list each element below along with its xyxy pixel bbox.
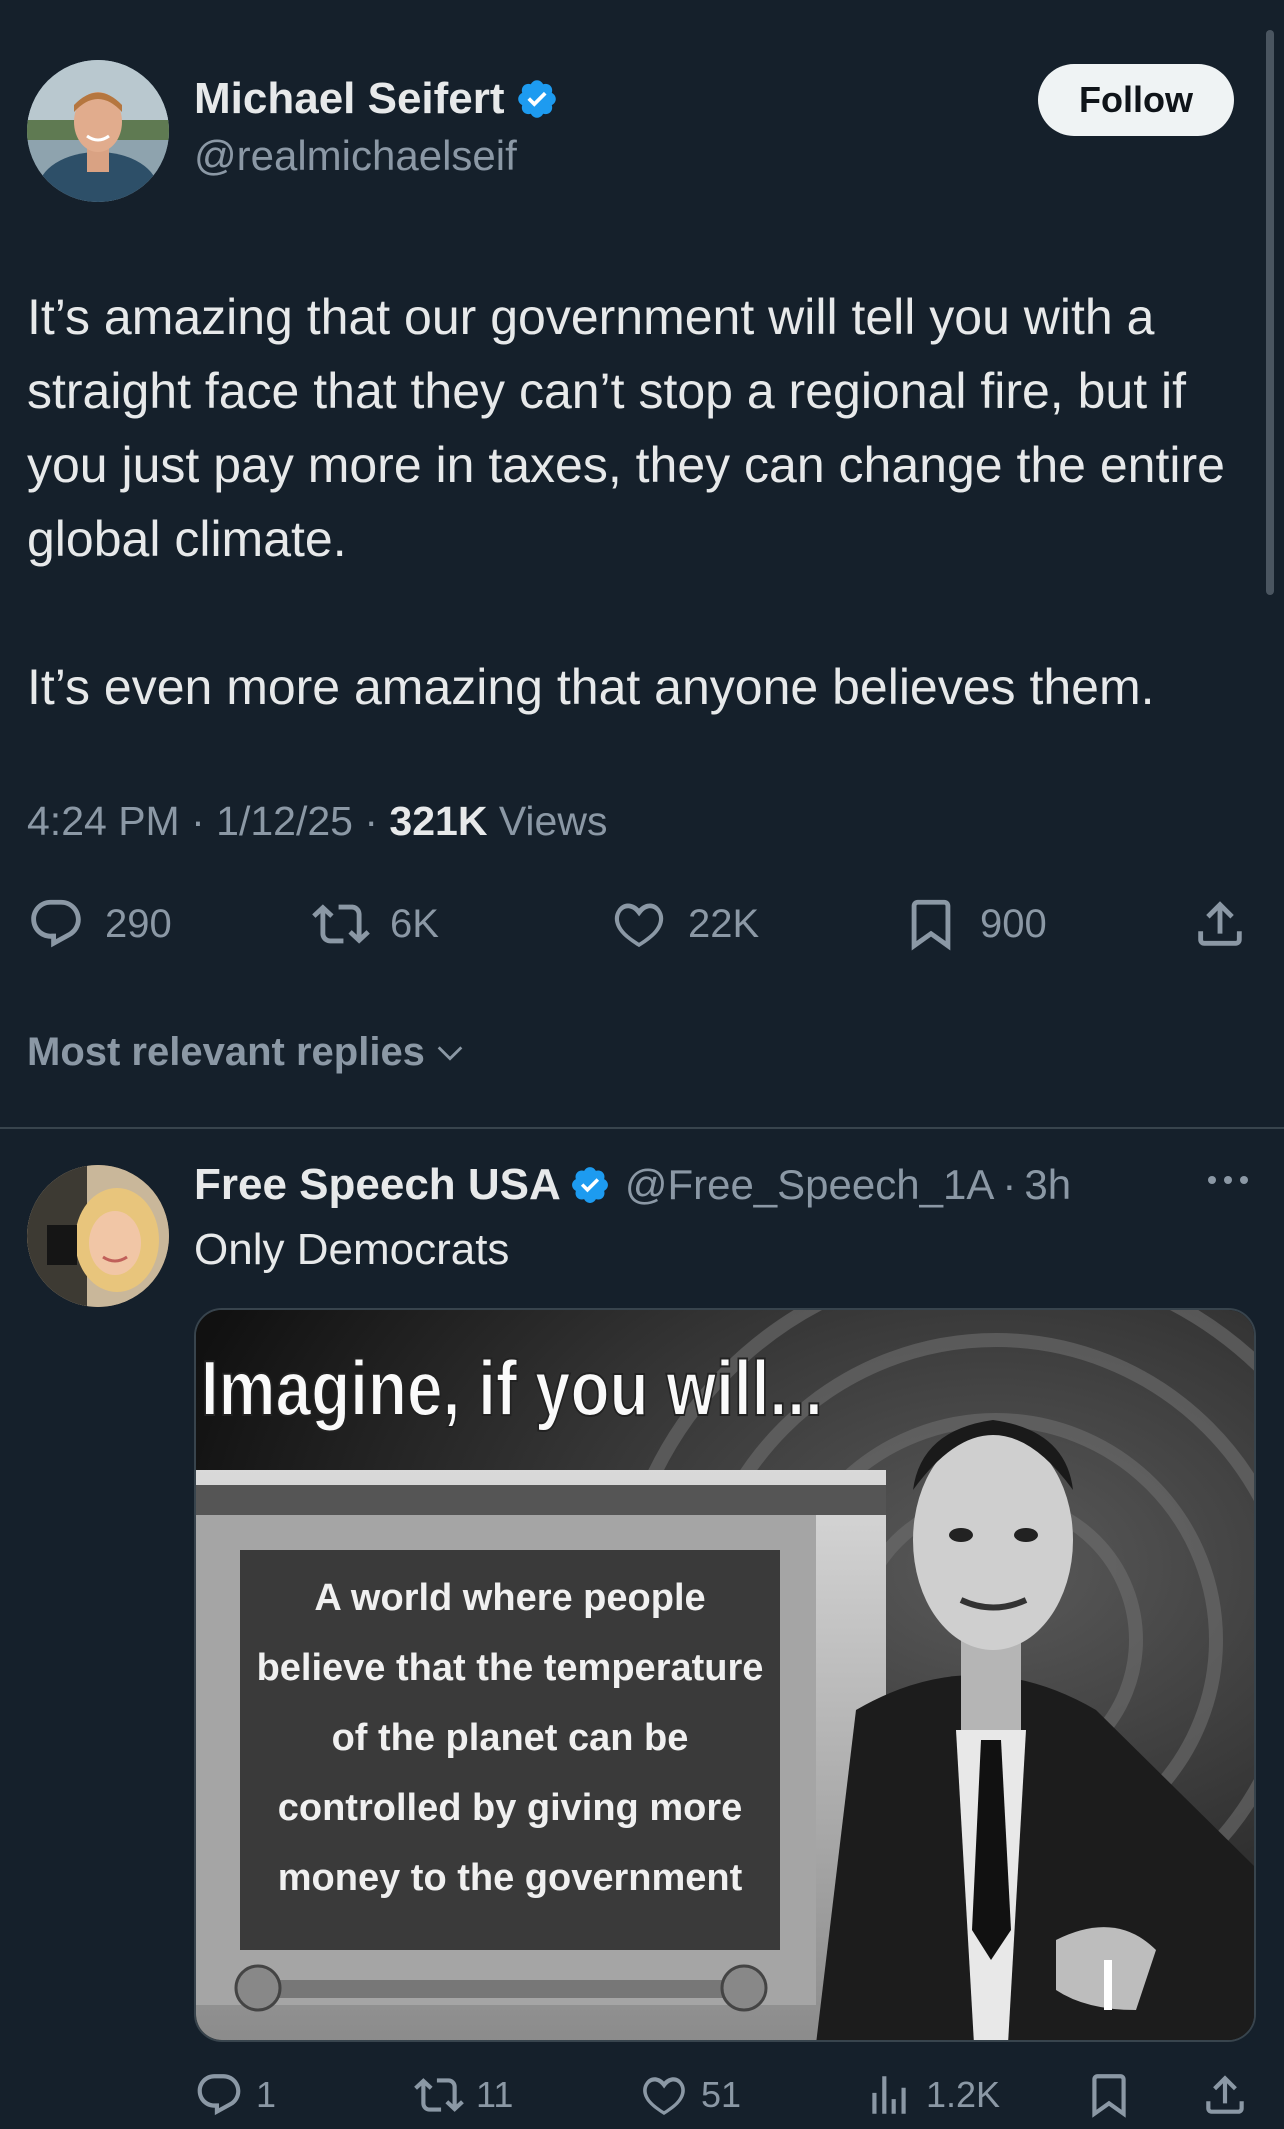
reply-count: 290 — [105, 901, 172, 946]
reply-like-button[interactable]: 51 — [639, 2070, 741, 2120]
reply-media-image[interactable]: Imagine, if you will... A world where pe… — [194, 1308, 1256, 2042]
reply-repost-button[interactable]: 11 — [414, 2070, 513, 2120]
reply-icon — [197, 2074, 241, 2116]
repost-icon — [312, 904, 370, 944]
tweet-actions: 290 6K 22K 900 — [27, 895, 1257, 965]
follow-button[interactable]: Follow — [1038, 64, 1234, 136]
reply-button[interactable]: 290 — [27, 895, 172, 953]
tweet-time[interactable]: 4:24 PM — [27, 798, 180, 844]
replies-sort-label: Most relevant replies — [27, 1030, 425, 1074]
scrollbar[interactable] — [1266, 30, 1274, 595]
bookmark-count: 900 — [980, 901, 1047, 946]
verified-badge-icon — [571, 1167, 608, 1203]
separator-dot: · — [191, 798, 217, 844]
bookmark-button[interactable]: 900 — [902, 895, 1047, 953]
verified-badge-icon — [517, 80, 556, 118]
author-name[interactable]: Michael Seifert — [194, 74, 505, 124]
reply-header: Free Speech USA @Free_Speech_1A · 3h — [194, 1160, 1071, 1210]
meme-caption-line: believe that the temperature — [257, 1647, 764, 1689]
share-button[interactable] — [1191, 895, 1249, 953]
meme-headline: Imagine, if you will... — [201, 1345, 823, 1432]
chevron-down-icon — [437, 1045, 463, 1061]
like-count: 51 — [701, 2074, 742, 2115]
share-icon — [1206, 2075, 1244, 2114]
repost-count: 11 — [476, 2074, 514, 2115]
like-button[interactable]: 22K — [610, 895, 759, 953]
separator-dot: · — [1002, 1161, 1017, 1208]
reply-time[interactable]: 3h — [1024, 1161, 1071, 1209]
meme-caption-line: money to the government — [278, 1857, 743, 1899]
reply-author-handle[interactable]: @Free_Speech_1A — [625, 1161, 995, 1209]
repost-button[interactable]: 6K — [312, 895, 439, 953]
share-icon — [1198, 901, 1242, 946]
divider — [0, 1127, 1284, 1129]
repost-count: 6K — [390, 901, 439, 946]
reply-views-button[interactable]: 1.2K — [864, 2070, 1000, 2120]
reply-author-name[interactable]: Free Speech USA — [194, 1160, 561, 1210]
heart-icon — [614, 903, 664, 948]
like-count: 22K — [688, 901, 760, 946]
reply-actions: 1 11 51 1.2K — [194, 2070, 1264, 2129]
analytics-icon — [872, 2076, 906, 2114]
bookmark-icon — [1092, 2074, 1126, 2118]
reply-share-button[interactable] — [1200, 2070, 1250, 2120]
heart-icon — [643, 2077, 685, 2115]
author-avatar[interactable] — [27, 60, 169, 202]
tweet-meta: 4:24 PM · 1/12/25 · 321K Views — [27, 798, 607, 845]
author-handle[interactable]: @realmichaelseif — [194, 132, 559, 180]
separator-dot: · — [364, 798, 390, 844]
reply-text: Only Democrats — [194, 1225, 510, 1274]
bookmark-icon — [911, 899, 951, 951]
meme-caption-line: of the planet can be — [332, 1717, 689, 1759]
tweet-date[interactable]: 1/12/25 — [216, 798, 353, 844]
tweet-paragraph: It’s even more amazing that anyone belie… — [27, 659, 1155, 715]
tweet-text: It’s amazing that our government will te… — [27, 280, 1267, 724]
reply-reply-button[interactable]: 1 — [194, 2070, 276, 2120]
meme-caption-line: controlled by giving more — [278, 1787, 743, 1829]
reply-bookmark-button[interactable] — [1084, 2070, 1134, 2120]
reply-count: 1 — [256, 2074, 277, 2115]
tweet-paragraph: It’s amazing that our government will te… — [27, 289, 1225, 567]
reply-author-avatar[interactable] — [27, 1165, 169, 1307]
views-count[interactable]: 321K — [389, 798, 487, 844]
more-options-icon[interactable] — [1204, 1170, 1252, 1195]
views-count: 1.2K — [926, 2074, 1001, 2115]
author-block: Michael Seifert @realmichaelseif — [194, 74, 559, 180]
meme-caption-line: A world where people — [314, 1577, 705, 1619]
reply-icon — [31, 899, 81, 948]
replies-sort-dropdown[interactable]: Most relevant replies — [27, 1030, 467, 1075]
views-label: Views — [498, 798, 608, 844]
repost-icon — [414, 2078, 464, 2112]
